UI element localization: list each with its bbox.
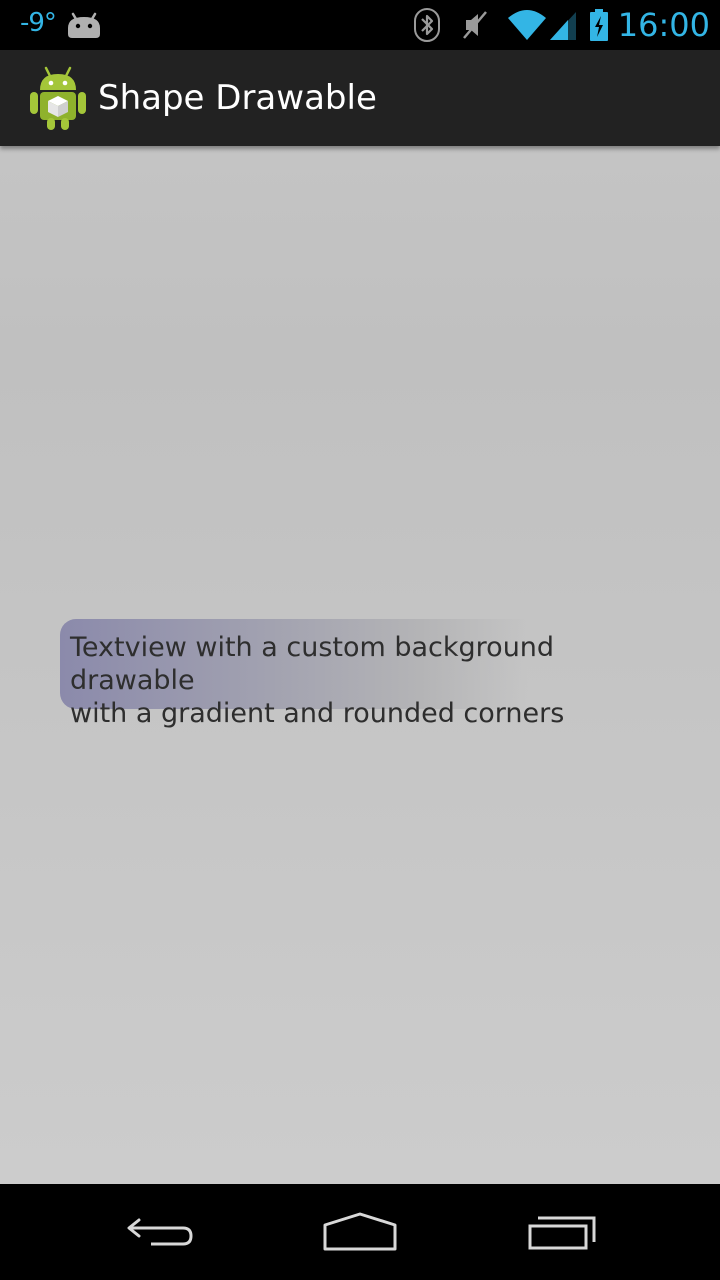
wifi-icon	[507, 10, 546, 40]
recent-apps-button[interactable]	[502, 1202, 622, 1262]
signal-icon	[549, 12, 576, 40]
screen: -9° 16:00 Shape Drawable Textview with a…	[0, 0, 720, 1280]
status-temperature: -9°	[20, 8, 57, 38]
bluetooth-icon	[413, 8, 440, 42]
back-button[interactable]	[100, 1202, 220, 1262]
action-bar: Shape Drawable	[0, 50, 720, 146]
navigation-bar	[0, 1184, 720, 1280]
status-time: 16:00	[617, 6, 710, 44]
home-button[interactable]	[300, 1202, 420, 1262]
app-title: Shape Drawable	[98, 78, 377, 118]
android-notification-icon	[68, 12, 100, 38]
home-icon	[323, 1212, 397, 1251]
back-icon	[127, 1218, 193, 1246]
android-app-icon[interactable]	[26, 64, 90, 132]
textview-label: Textview with a custom background drawab…	[70, 632, 565, 729]
status-icons: 16:00	[413, 0, 710, 50]
status-bar: -9° 16:00	[0, 0, 720, 50]
gradient-textview: Textview with a custom background drawab…	[60, 619, 660, 729]
battery-charging-icon	[589, 9, 608, 41]
muted-icon	[462, 11, 487, 39]
content-area: Textview with a custom background drawab…	[0, 146, 720, 1184]
recent-apps-icon	[528, 1216, 596, 1250]
